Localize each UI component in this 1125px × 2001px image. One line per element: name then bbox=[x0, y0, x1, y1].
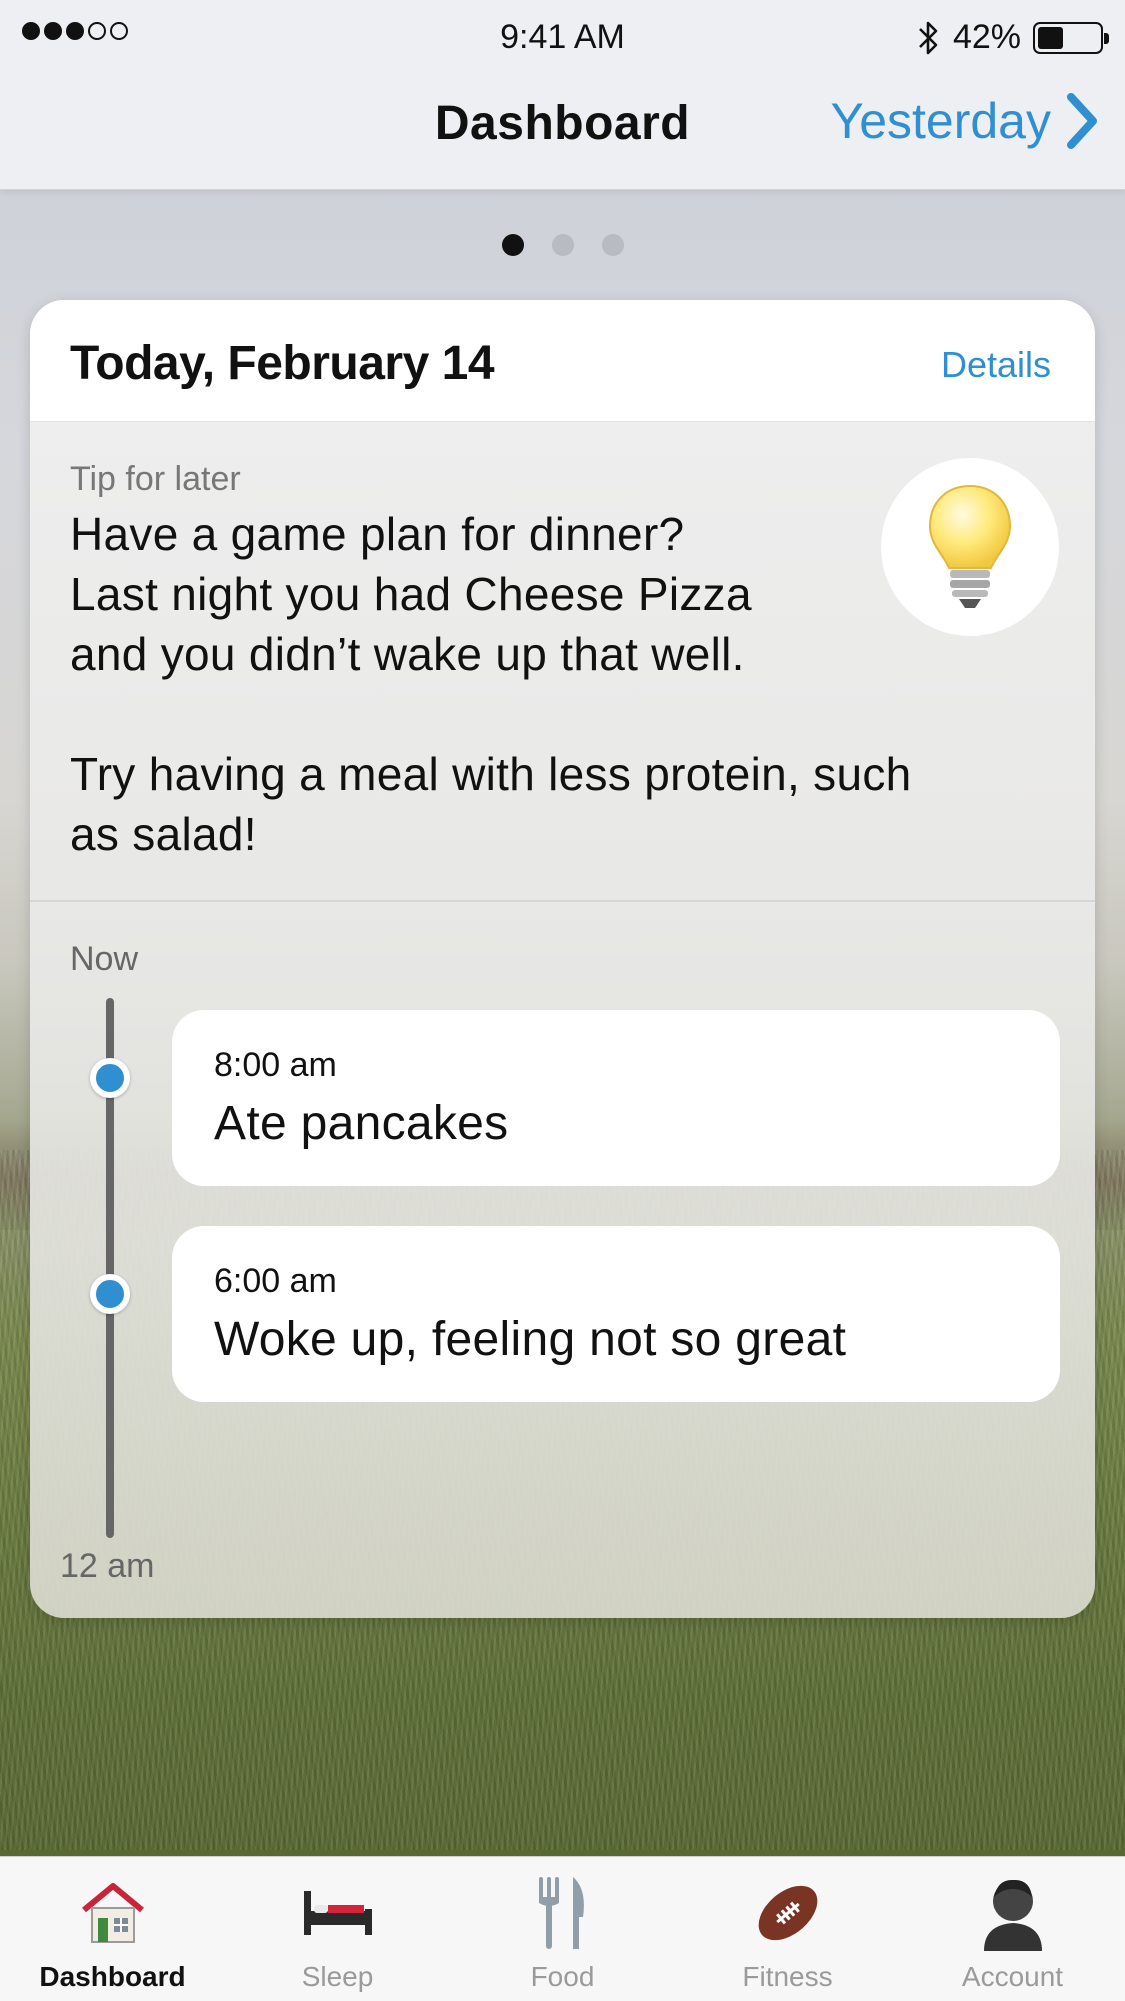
tab-food[interactable]: Food bbox=[450, 1857, 675, 2001]
yesterday-button[interactable]: Yesterday bbox=[830, 92, 1099, 150]
timeline-end-label: 12 am bbox=[60, 1547, 155, 1585]
tab-label: Fitness bbox=[742, 1961, 833, 1992]
battery-icon bbox=[1033, 21, 1109, 54]
timeline: Now 8:00 am Ate pancakes 6:00 am Woke up… bbox=[30, 902, 1095, 1616]
event-title: Woke up, feeling not so great bbox=[214, 1313, 847, 1366]
tab-label: Sleep bbox=[301, 1961, 374, 1992]
event-title: Ate pancakes bbox=[214, 1097, 509, 1150]
page-dot-2[interactable] bbox=[551, 234, 574, 256]
card-header: Today, February 14 Details bbox=[30, 300, 1095, 422]
timeline-node bbox=[90, 1058, 130, 1098]
tab-bar: Dashboard Sleep Food Fitness Account bbox=[0, 1856, 1125, 2001]
tab-label: Dashboard bbox=[39, 1961, 186, 1992]
fork-knife-icon bbox=[523, 1873, 603, 1953]
tab-fitness[interactable]: Fitness bbox=[675, 1857, 900, 2001]
person-icon bbox=[973, 1873, 1053, 1953]
timeline-node bbox=[90, 1274, 130, 1314]
event-time: 8:00 am bbox=[214, 1046, 337, 1084]
tip-icon-badge bbox=[881, 458, 1059, 636]
lightbulb-icon bbox=[928, 484, 1012, 608]
card-title: Today, February 14 bbox=[70, 337, 495, 390]
tab-dashboard[interactable]: Dashboard bbox=[0, 1857, 225, 2001]
tab-label: Food bbox=[530, 1961, 595, 1992]
house-icon bbox=[73, 1873, 153, 1953]
tab-label: Account bbox=[961, 1961, 1064, 1992]
yesterday-label: Yesterday bbox=[830, 93, 1051, 149]
dashboard-card: Today, February 14 Details Tip for later… bbox=[30, 300, 1095, 1618]
page-dot-3[interactable] bbox=[601, 234, 624, 256]
details-link[interactable]: Details bbox=[941, 344, 1051, 386]
timeline-start-label: Now bbox=[70, 940, 139, 978]
football-icon bbox=[748, 1873, 828, 1953]
event-time: 6:00 am bbox=[214, 1262, 337, 1300]
bed-icon bbox=[298, 1873, 378, 1953]
tip-section: Tip for later Have a game plan for dinne… bbox=[30, 422, 1095, 902]
tab-account[interactable]: Account bbox=[900, 1857, 1125, 2001]
page-dot-1[interactable] bbox=[501, 234, 524, 256]
battery-level bbox=[1038, 26, 1064, 49]
tip-label: Tip for later bbox=[70, 460, 241, 498]
page-indicator[interactable] bbox=[0, 234, 1125, 256]
bluetooth-icon bbox=[919, 21, 938, 54]
status-bar: 9:41 AM 42% bbox=[0, 18, 1125, 62]
battery-percentage: 42% bbox=[952, 18, 1021, 56]
tab-sleep[interactable]: Sleep bbox=[225, 1857, 450, 2001]
top-bar: 9:41 AM 42% Dashboard Yesterday bbox=[0, 0, 1125, 190]
timeline-event[interactable]: 6:00 am Woke up, feeling not so great bbox=[172, 1226, 1060, 1402]
timeline-event[interactable]: 8:00 am Ate pancakes bbox=[172, 1010, 1060, 1186]
chevron-right-icon bbox=[1067, 93, 1097, 149]
